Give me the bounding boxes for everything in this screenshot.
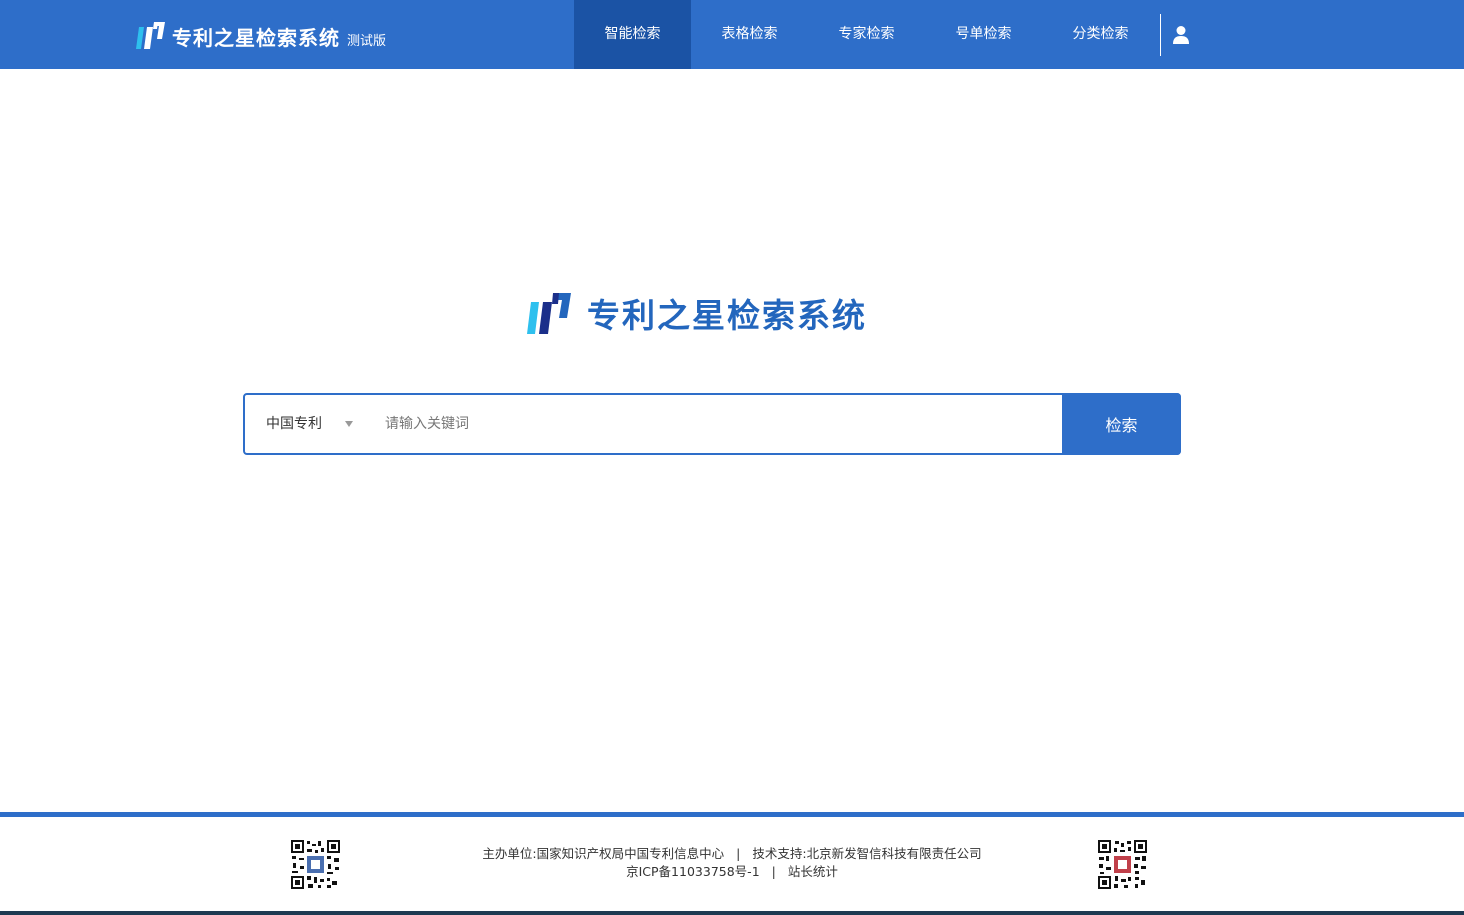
footer-icp-link[interactable]: 京ICP备11033758号-1 (626, 863, 760, 881)
footer: 主办单位:国家知识产权局中国专利信息中心 | 技术支持:北京新发智信科技有限责任… (0, 817, 1464, 911)
nav-number-search[interactable]: 号单检索 (925, 0, 1042, 69)
main-nav: 智能检索 表格检索 专家检索 号单检索 分类检索 (574, 0, 1159, 69)
search-input[interactable] (385, 403, 1045, 445)
nav-divider (1160, 14, 1161, 56)
bottom-strip (0, 911, 1464, 915)
qr-code-icon (1097, 839, 1148, 890)
brand-tag: 测试版 (347, 33, 387, 49)
top-header: 专利之星检索系统 测试版 智能检索 表格检索 专家检索 号单检索 分类检索 (0, 0, 1464, 69)
brand[interactable]: 专利之星检索系统 测试版 (134, 19, 386, 53)
main-logo-text: 专利之星检索系统 (587, 296, 867, 335)
search-type-select[interactable]: 中国专利 (245, 395, 370, 453)
chevron-down-icon (345, 421, 353, 427)
footer-separator: | (771, 864, 776, 879)
footer-sponsor: 主办单位:国家知识产权局中国专利信息中心 (482, 846, 725, 861)
footer-row-2: 京ICP备11033758号-1 | 站长统计 (0, 863, 1464, 881)
footer-row-1: 主办单位:国家知识产权局中国专利信息中心 | 技术支持:北京新发智信科技有限责任… (0, 845, 1464, 863)
user-icon[interactable] (1172, 25, 1190, 45)
search-button[interactable]: 检索 (1062, 393, 1181, 455)
footer-stats-link[interactable]: 站长统计 (788, 863, 838, 881)
footer-info: 主办单位:国家知识产权局中国专利信息中心 | 技术支持:北京新发智信科技有限责任… (0, 845, 1464, 881)
main-logo: 专利之星检索系统 (525, 290, 867, 336)
page: 专利之星检索系统 测试版 智能检索 表格检索 专家检索 号单检索 分类检索 专利… (0, 0, 1464, 915)
footer-separator: | (736, 846, 741, 861)
search-bar: 中国专利 检索 (243, 393, 1181, 455)
logo-icon (527, 293, 571, 334)
footer-support: 技术支持:北京新发智信科技有限责任公司 (752, 846, 982, 861)
nav-table-search[interactable]: 表格检索 (691, 0, 808, 69)
nav-smart-search[interactable]: 智能检索 (574, 0, 691, 69)
nav-class-search[interactable]: 分类检索 (1042, 0, 1159, 69)
search-type-label: 中国专利 (266, 416, 322, 432)
logo-icon (136, 22, 165, 49)
nav-expert-search[interactable]: 专家检索 (808, 0, 925, 69)
brand-name: 专利之星检索系统 (172, 25, 340, 50)
